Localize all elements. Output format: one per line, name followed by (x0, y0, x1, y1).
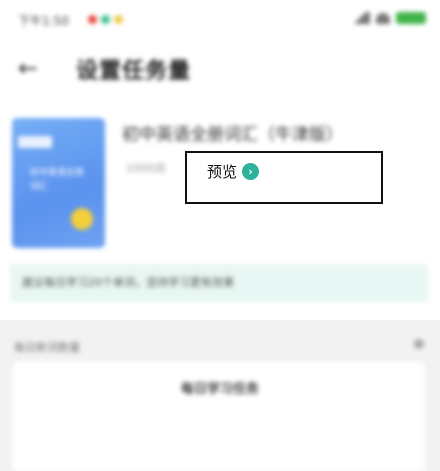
preview-label: 预览 (207, 163, 238, 181)
preview-highlight-box: 预览 › (185, 151, 383, 204)
notification-dot-red (88, 15, 97, 24)
arrow-left-icon[interactable]: ← (10, 50, 46, 86)
notice-text: 建议每日学习20个单词，坚持学习更有效果 (22, 276, 234, 289)
notification-dot-yellow (114, 15, 123, 24)
book-cover: 初中英语全册词汇 (12, 118, 105, 248)
badge-icon (71, 208, 93, 230)
book-title: 初中英语全册词汇（牛津版） (122, 125, 343, 145)
wifi-icon (376, 12, 390, 24)
status-right-group (352, 12, 426, 24)
page-title: 设置任务量 (76, 59, 192, 84)
cover-tag (18, 136, 52, 148)
cover-text: 初中英语全册词汇 (30, 168, 85, 192)
notification-dot-green (101, 15, 110, 24)
status-time: 下午1:50 (18, 14, 69, 28)
status-bar: 下午1:50 (0, 0, 440, 40)
signal-icon (352, 12, 370, 24)
chevron-right-circle-icon: › (242, 163, 260, 180)
info-icon[interactable] (414, 339, 424, 349)
task-card-title: 每日学习任务 (180, 382, 259, 397)
preview-button[interactable]: 预览 › (207, 161, 260, 182)
battery-icon (396, 12, 426, 24)
settings-label: 每日新词数量 (14, 341, 80, 354)
book-meta: 1000词 (126, 162, 165, 175)
